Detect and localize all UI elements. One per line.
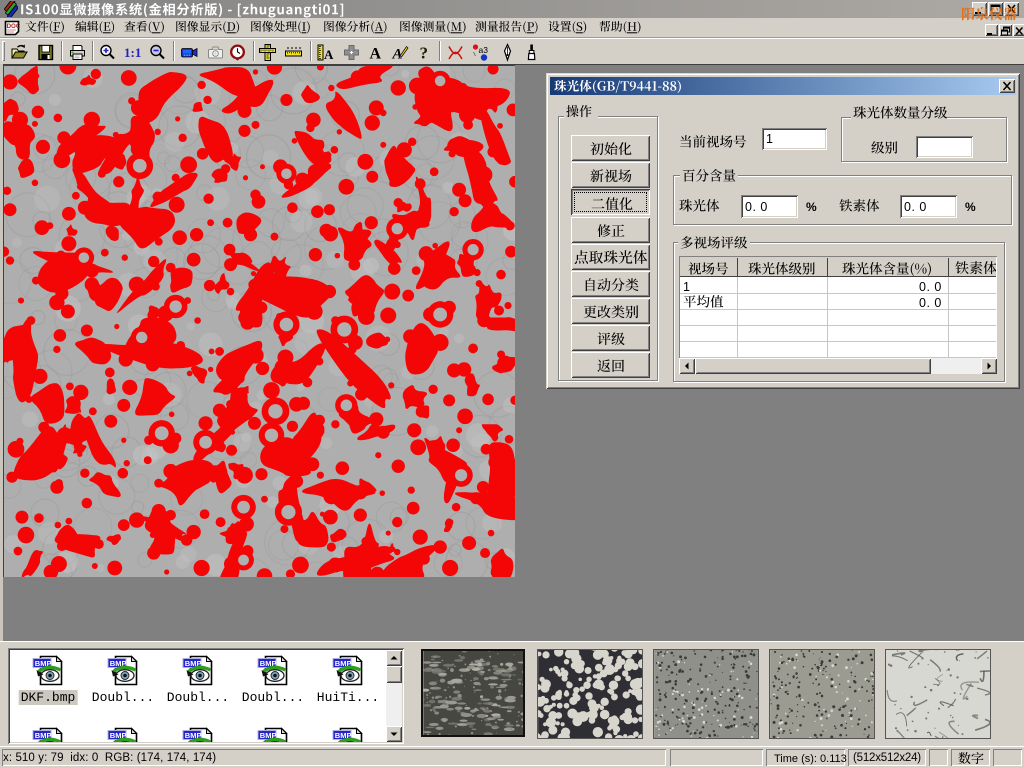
svg-text:?: ? bbox=[420, 44, 429, 63]
svg-text:A: A bbox=[324, 47, 334, 62]
svg-text:1:1: 1:1 bbox=[124, 45, 141, 60]
svg-text:DOC: DOC bbox=[7, 23, 20, 30]
svg-text:a3: a3 bbox=[479, 45, 489, 55]
svg-text:A: A bbox=[370, 46, 382, 63]
